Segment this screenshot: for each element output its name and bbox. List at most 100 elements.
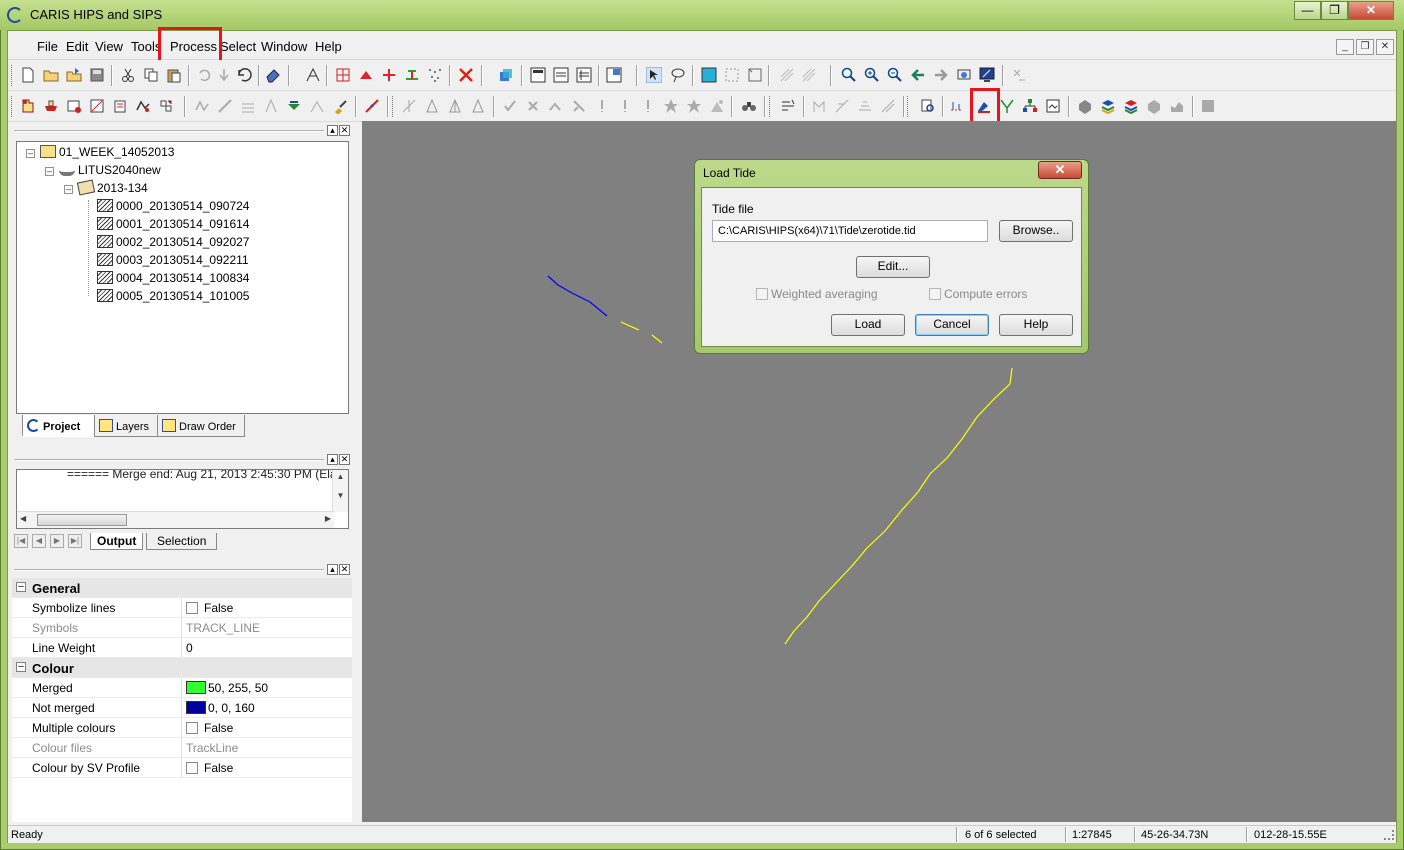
cut-icon[interactable] bbox=[120, 67, 136, 83]
first-page-icon[interactable]: |◀ bbox=[14, 534, 28, 548]
accept-check-icon[interactable] bbox=[502, 98, 518, 114]
panel-pin-icon[interactable]: ▴ bbox=[327, 125, 338, 136]
expand-toggle-icon[interactable]: – bbox=[64, 185, 73, 194]
tree-day[interactable]: 2013-134 bbox=[76, 179, 148, 196]
surface-icon[interactable] bbox=[1045, 98, 1061, 114]
prop-row-colour-by-sv-profile[interactable]: Colour by SV Profile False bbox=[12, 758, 352, 778]
menu-select[interactable]: Select bbox=[220, 39, 256, 54]
edit-button[interactable]: Edit... bbox=[856, 256, 930, 278]
minimize-button[interactable]: — bbox=[1294, 1, 1321, 20]
lasso-select-icon[interactable] bbox=[670, 67, 686, 83]
zoom-in-icon[interactable] bbox=[864, 67, 880, 83]
display-list-icon[interactable] bbox=[576, 67, 592, 83]
grey-tool-12-icon[interactable] bbox=[880, 98, 896, 114]
filter-gray-b-icon[interactable] bbox=[217, 98, 233, 114]
exclamation-2-icon[interactable] bbox=[640, 98, 656, 114]
open-project-icon[interactable] bbox=[66, 67, 82, 83]
compute-errors-checkbox[interactable]: Compute errors bbox=[929, 287, 1027, 301]
deselect-icon[interactable] bbox=[747, 67, 763, 83]
hatch-a-icon[interactable] bbox=[779, 67, 795, 83]
project-tree[interactable]: – 01_WEEK_14052013 – LITUS2040new – 2013… bbox=[16, 141, 349, 414]
open-folder-icon[interactable] bbox=[43, 67, 59, 83]
scroll-thumb[interactable] bbox=[37, 514, 127, 526]
filter-gray-c-icon[interactable] bbox=[240, 98, 256, 114]
forward-arrow-icon[interactable] bbox=[933, 67, 949, 83]
close-window-button[interactable]: ✕ bbox=[1348, 1, 1394, 20]
tree-vessel[interactable]: LITUS2040new bbox=[59, 163, 161, 177]
tab-layers[interactable]: Layers bbox=[94, 415, 158, 437]
export-icon[interactable] bbox=[158, 98, 174, 114]
grey-tool-6-icon[interactable] bbox=[571, 98, 587, 114]
prev-page-icon[interactable]: ◀ bbox=[32, 534, 46, 548]
grey-tool-1-icon[interactable] bbox=[401, 98, 417, 114]
panel-pin-icon[interactable]: ▴ bbox=[327, 564, 338, 575]
monitor-icon[interactable] bbox=[979, 67, 995, 83]
tree-line[interactable]: 0005_20130514_101005 bbox=[97, 289, 249, 303]
point-cloud-icon[interactable] bbox=[427, 67, 443, 83]
save-icon[interactable] bbox=[89, 67, 105, 83]
merge-icon[interactable] bbox=[999, 98, 1015, 114]
dialog-close-button[interactable]: ✕ bbox=[1038, 161, 1082, 179]
tree-line[interactable]: 0002_20130514_092027 bbox=[97, 235, 249, 249]
star-icon[interactable] bbox=[663, 98, 679, 114]
panel-close-icon[interactable]: ✕ bbox=[339, 564, 350, 575]
menu-view[interactable]: View bbox=[95, 39, 123, 54]
undo-icon[interactable] bbox=[196, 67, 212, 83]
reject-icon[interactable] bbox=[458, 67, 474, 83]
scroll-left-icon[interactable]: ◀ bbox=[20, 514, 26, 523]
panel-close-icon[interactable]: ✕ bbox=[339, 454, 350, 465]
3d-view-icon[interactable] bbox=[498, 67, 514, 83]
menu-file[interactable]: File bbox=[37, 39, 58, 54]
new-project-icon[interactable] bbox=[20, 98, 36, 114]
svp-icon[interactable] bbox=[135, 98, 151, 114]
convert-data-icon[interactable] bbox=[89, 98, 105, 114]
tree-line[interactable]: 0004_20130514_100834 bbox=[97, 271, 249, 285]
grey-tool-2-icon[interactable] bbox=[424, 98, 440, 114]
prop-row-multiple-colours[interactable]: Multiple colours False bbox=[12, 718, 352, 738]
output-log[interactable]: ====== Merge end: Aug 21, 2013 2:45:30 P… bbox=[16, 469, 349, 529]
tab-output[interactable]: Output bbox=[90, 533, 144, 550]
display-pane-icon[interactable] bbox=[553, 67, 569, 83]
undo-last-icon[interactable] bbox=[236, 67, 252, 83]
new-day-icon[interactable] bbox=[66, 98, 82, 114]
binoculars-icon[interactable] bbox=[741, 98, 757, 114]
compute-tpu-tree-icon[interactable] bbox=[1022, 98, 1038, 114]
zoom-out-icon[interactable] bbox=[887, 67, 903, 83]
resize-grip-icon[interactable] bbox=[1384, 830, 1394, 840]
multiple-colours-checkbox[interactable] bbox=[186, 722, 198, 734]
grey-tool-4-icon[interactable] bbox=[470, 98, 486, 114]
panel-pin-icon[interactable]: ▴ bbox=[327, 454, 338, 465]
layer-stack-2-icon[interactable] bbox=[1123, 98, 1139, 114]
tree-line[interactable]: 0000_20130514_090724 bbox=[97, 199, 249, 213]
menu-tools[interactable]: Tools bbox=[131, 39, 161, 54]
merged-color-swatch[interactable] bbox=[186, 681, 206, 694]
not-merged-color-swatch[interactable] bbox=[186, 701, 206, 714]
prop-row-symbolize-lines[interactable]: Symbolize lines False bbox=[12, 598, 352, 618]
refresh-display-icon[interactable] bbox=[956, 67, 972, 83]
help-button[interactable]: Help bbox=[999, 314, 1073, 336]
query-icon[interactable] bbox=[920, 98, 936, 114]
panel-close-icon[interactable]: ✕ bbox=[339, 125, 350, 136]
star-2-icon[interactable] bbox=[686, 98, 702, 114]
menu-edit[interactable]: Edit bbox=[66, 39, 88, 54]
maximize-button[interactable]: ❐ bbox=[1321, 1, 1348, 20]
compute-tpu-icon[interactable] bbox=[286, 98, 302, 114]
filter-gray-e-icon[interactable] bbox=[309, 98, 325, 114]
prop-row-merged[interactable]: Merged 50, 255, 50 bbox=[12, 678, 352, 698]
grey-tool-8-icon[interactable] bbox=[709, 98, 725, 114]
new-file-icon[interactable] bbox=[20, 67, 36, 83]
workspace-icon[interactable] bbox=[606, 67, 622, 83]
clear-icon[interactable] bbox=[1011, 67, 1027, 83]
profile-icon[interactable] bbox=[780, 98, 796, 114]
prop-row-not-merged[interactable]: Not merged 0, 0, 160 bbox=[12, 698, 352, 718]
tree-project[interactable]: 01_WEEK_14052013 bbox=[40, 145, 174, 159]
hatch-b-icon[interactable] bbox=[801, 67, 817, 83]
select-arrow-icon[interactable] bbox=[646, 67, 662, 83]
grey-surface-icon[interactable] bbox=[1146, 98, 1162, 114]
output-hscrollbar[interactable]: ◀ ▶ bbox=[17, 511, 334, 528]
scroll-down-icon[interactable]: ▼ bbox=[333, 491, 348, 500]
weighted-averaging-checkbox[interactable]: Weighted averaging bbox=[756, 287, 878, 301]
new-vessel-icon[interactable] bbox=[43, 98, 59, 114]
filter-gray-d-icon[interactable] bbox=[263, 98, 279, 114]
import-icon[interactable] bbox=[112, 98, 128, 114]
